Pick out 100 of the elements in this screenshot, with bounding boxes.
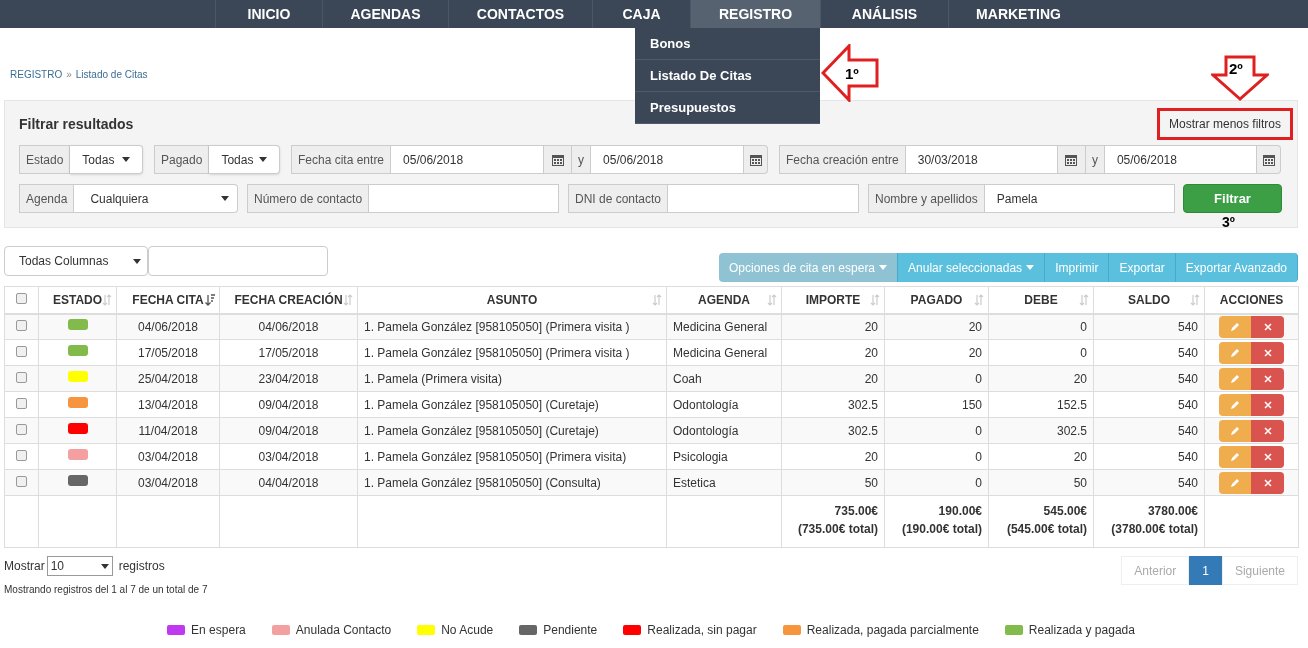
delete-button[interactable] [1251,445,1284,468]
select-field[interactable]: Todas [70,145,143,174]
pencil-icon [1230,451,1240,462]
row-checkbox[interactable] [16,475,27,487]
pencil-icon [1230,425,1240,436]
edit-button[interactable] [1219,471,1251,494]
table-cell: 09/04/2018 [219,391,358,418]
calendar-button[interactable] [744,145,768,174]
row-checkbox[interactable] [16,449,27,461]
row-checkbox[interactable] [16,292,27,304]
delete-button[interactable] [1251,341,1284,364]
annotation-label: 1º [845,64,859,84]
table-cell: 540 [1093,313,1205,340]
close-icon [1263,400,1272,409]
date-field[interactable]: 05/06/2018 [391,145,545,174]
column-header[interactable]: ACCIONES [1204,286,1299,314]
edit-button[interactable] [1219,315,1251,338]
calendar-button[interactable] [1057,145,1086,174]
table-cell: 20 [884,339,989,366]
date-field[interactable]: 30/03/2018 [905,145,1058,174]
edit-button[interactable] [1219,341,1251,364]
nav-tab[interactable]: ANÁLISIS [820,0,948,28]
calendar-button[interactable] [544,145,573,174]
column-select[interactable]: Todas Columnas [4,246,148,276]
menu-item[interactable]: Listado De Citas [635,60,820,92]
delete-button[interactable] [1251,471,1284,494]
column-header[interactable]: SALDO [1093,286,1205,314]
table-cell: 20 [781,365,885,392]
delete-button[interactable] [1251,315,1284,338]
row-checkbox[interactable] [16,397,27,409]
column-header[interactable]: AGENDA [666,286,782,314]
breadcrumb-link[interactable]: Listado de Citas [75,66,148,82]
table-cell: 540 [1093,469,1205,496]
length-select[interactable]: 10 [46,556,113,576]
table-cell: 1. Pamela (Primera visita) [357,365,667,392]
search-field[interactable] [148,246,328,276]
row-checkbox[interactable] [16,319,27,331]
text-field[interactable]: Pamela [984,184,1175,213]
column-header[interactable]: ESTADO [38,286,117,314]
table-cell: 0 [988,339,1094,366]
edit-button[interactable] [1219,445,1251,468]
column-header[interactable]: ASUNTO [357,286,667,314]
table-cell: 150 [884,391,989,418]
nav-tab[interactable]: CONTACTOS [448,0,592,28]
field-label: Pagado [154,145,210,174]
calendar-icon [1262,153,1275,166]
pencil-icon [1230,399,1240,410]
column-header[interactable]: PAGADO [884,286,989,314]
annotation-label: 2º [1229,59,1243,79]
caret-icon [133,258,141,264]
caret-icon [122,157,130,162]
table-cell: 50 [781,469,885,496]
column-header[interactable]: DEBE [988,286,1094,314]
row-checkbox[interactable] [16,423,27,435]
legend-label: Realizada, sin pagar [647,622,757,639]
nav-tab[interactable]: MARKETING [948,0,1088,28]
records-info: Mostrando registros del 1 al 7 de un total de 7 [4,583,208,597]
length-label: Mostrar [4,558,45,575]
menu-item[interactable]: Bonos [635,28,820,60]
breadcrumb-link[interactable]: REGISTRO [10,66,63,82]
date-field[interactable]: 05/06/2018 [1103,145,1257,174]
delete-button[interactable] [1251,393,1284,416]
calendar-button[interactable] [1257,145,1281,174]
sort-icon[interactable] [205,293,215,306]
select-field[interactable]: Cualquiera [74,184,238,213]
table-cell: 50 [988,469,1094,496]
column-header[interactable]: IMPORTE [781,286,885,314]
pencil-icon [1230,477,1240,488]
edit-button[interactable] [1219,393,1251,416]
table-cell: 20 [988,365,1094,392]
column-header[interactable]: FECHA CITA [116,286,220,314]
pencil-icon [1230,373,1240,384]
delete-button[interactable] [1251,419,1284,442]
total-amount: 190.00€ [937,503,982,520]
column-header[interactable]: FECHA CREACIÓN [219,286,358,314]
edit-button[interactable] [1219,367,1251,390]
delete-button[interactable] [1251,367,1284,390]
calendar-icon [749,153,762,166]
table-cell: Medicina General [666,339,782,366]
text-field[interactable] [668,184,859,213]
date-field[interactable]: 05/06/2018 [590,145,744,174]
table-cell: 23/04/2018 [219,365,358,392]
caret-icon [100,563,109,569]
table-cell: 0 [884,443,989,470]
select-field[interactable]: Todas [209,145,280,174]
nav-tab[interactable]: AGENDAS [322,0,448,28]
row-checkbox[interactable] [16,371,27,383]
row-checkbox[interactable] [16,345,27,357]
filter-toggle-link[interactable]: Mostrar menos filtros [1156,108,1293,140]
edit-button[interactable] [1219,419,1251,442]
close-icon [1263,452,1272,461]
table-cell: Estetica [666,469,782,496]
nav-tab[interactable]: INICIO [215,0,322,28]
total-amount: 3780.00€ [1146,503,1198,520]
table-cell: 20 [781,443,885,470]
table-cell: 04/04/2018 [219,469,358,496]
nav-tab[interactable]: REGISTRO [690,0,820,28]
table-cell: 13/04/2018 [116,391,220,418]
pagination-button[interactable]: 1 [1189,556,1222,585]
text-field[interactable] [369,184,559,213]
